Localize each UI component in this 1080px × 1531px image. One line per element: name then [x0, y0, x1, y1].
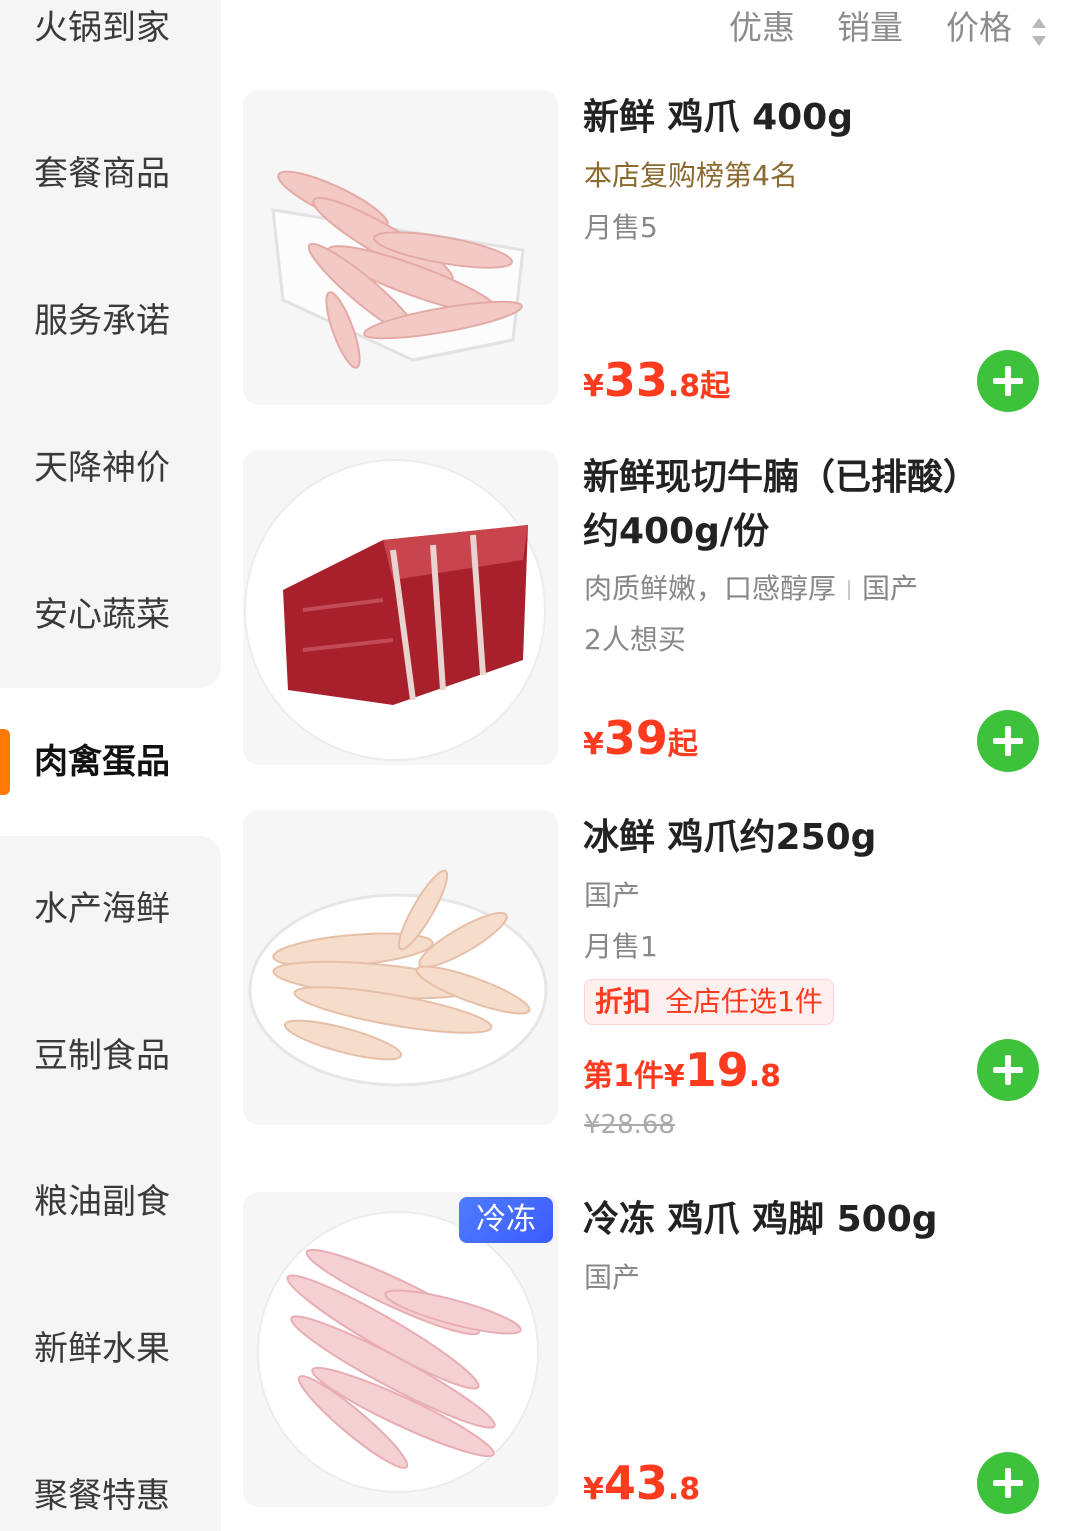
sidebar-item-vegetables[interactable]: 安心蔬菜 [34, 595, 170, 635]
sidebar-item-meat-eggs[interactable]: 肉禽蛋品 [34, 742, 170, 782]
sidebar-item-grain-oil[interactable]: 粮油副食 [34, 1182, 170, 1222]
sort-discount[interactable]: 优惠 [729, 8, 795, 48]
price-integer: 39 [603, 711, 668, 765]
product-origin: 国产 [584, 879, 641, 912]
sidebar-item-set-meals[interactable]: 套餐商品 [34, 154, 170, 194]
product-origin: 国产 [862, 572, 919, 605]
frozen-badge: 冷冻 [459, 1197, 553, 1243]
price-suffix: 起 [700, 369, 731, 404]
product-image-chilled-chicken-feet[interactable] [243, 810, 558, 1125]
add-to-cart-button[interactable] [977, 1039, 1039, 1101]
sidebar-item-party[interactable]: 聚餐特惠 [34, 1476, 170, 1516]
promo-tag: 折扣 全店任选1件 [584, 979, 834, 1025]
price-symbol: ¥ [663, 1059, 685, 1094]
price-decimal: .8 [748, 1059, 782, 1094]
chicken-feet-tray-image [243, 90, 558, 405]
product-price: 第1件¥19.8 [583, 1040, 781, 1111]
sidebar-item-tofu[interactable]: 豆制食品 [34, 1036, 170, 1076]
price-symbol: ¥ [583, 1472, 604, 1507]
product-price: ¥33.8起 [583, 350, 730, 421]
promo-desc: 全店任选1件 [665, 985, 823, 1018]
price-decimal: .8 [667, 1472, 701, 1507]
category-sidebar: 火锅到家 套餐商品 服务承诺 天降神价 安心蔬菜 肉禽蛋品 水产海鲜 豆制食品 … [0, 0, 221, 1531]
sidebar-group-top [0, 0, 221, 688]
sort-arrows-icon[interactable] [1029, 14, 1049, 50]
sidebar-item-seafood[interactable]: 水产海鲜 [34, 889, 170, 929]
sort-price[interactable]: 价格 [946, 8, 1012, 48]
product-image-beef-brisket[interactable] [243, 450, 558, 765]
original-price: ¥28.68 [584, 1110, 675, 1140]
add-to-cart-button[interactable] [977, 1452, 1039, 1514]
price-symbol: ¥ [583, 727, 604, 762]
product-title[interactable]: 冰鲜 鸡爪约250g [583, 812, 876, 864]
price-integer: 19 [684, 1043, 749, 1097]
price-integer: 43 [603, 1456, 668, 1510]
sidebar-item-fruit[interactable]: 新鲜水果 [34, 1329, 170, 1369]
product-wants: 2人想买 [584, 623, 686, 656]
product-price: ¥43.8 [583, 1453, 700, 1524]
add-to-cart-button[interactable] [977, 710, 1039, 772]
price-prefix: 第1件 [583, 1059, 664, 1094]
product-origin: 国产 [584, 1261, 641, 1294]
price-symbol: ¥ [583, 369, 604, 404]
product-title[interactable]: 冷冻 鸡爪 鸡脚 500g [583, 1194, 938, 1246]
product-title-line2[interactable]: 约400g/份 [583, 506, 769, 558]
sidebar-item-hotpot[interactable]: 火锅到家 [34, 8, 170, 48]
sidebar-item-service[interactable]: 服务承诺 [34, 301, 170, 341]
product-image-chicken-feet[interactable] [243, 90, 558, 405]
add-to-cart-button[interactable] [977, 350, 1039, 412]
product-desc: 肉质鲜嫩，口感醇厚 国产 [584, 571, 918, 607]
price-suffix: 起 [667, 727, 698, 762]
product-rank: 本店复购榜第4名 [584, 159, 798, 192]
separator [848, 580, 851, 600]
price-decimal: .8 [667, 369, 701, 404]
chicken-feet-plate-image [243, 810, 558, 1125]
sidebar-item-deals[interactable]: 天降神价 [34, 448, 170, 488]
product-price: ¥39起 [583, 708, 698, 779]
active-indicator [0, 729, 10, 795]
product-title[interactable]: 新鲜 鸡爪 400g [583, 92, 853, 144]
beef-brisket-image [243, 450, 558, 765]
product-title-line1[interactable]: 新鲜现切牛腩（已排酸） [583, 452, 979, 504]
promo-label: 折扣 [595, 985, 652, 1018]
product-sales: 月售5 [584, 211, 658, 244]
product-feature: 肉质鲜嫩，口感醇厚 [584, 572, 837, 605]
product-sales: 月售1 [584, 930, 658, 963]
price-integer: 33 [603, 353, 668, 407]
sort-sales[interactable]: 销量 [837, 8, 903, 48]
